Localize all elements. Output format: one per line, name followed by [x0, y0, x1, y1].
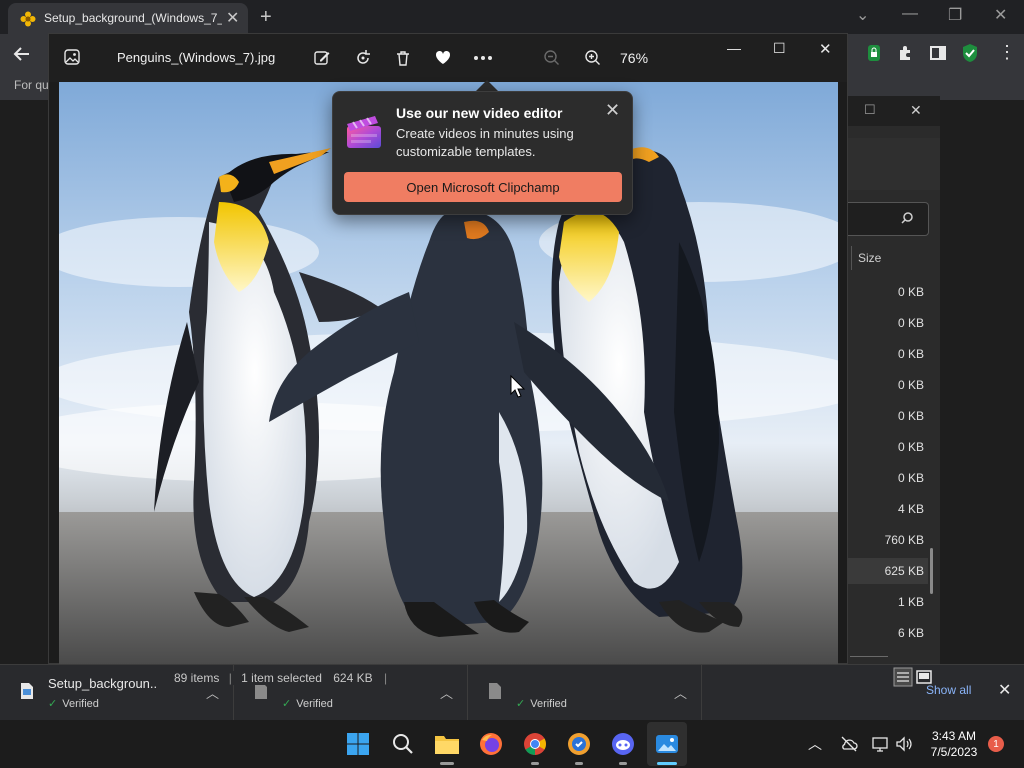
vpn-browser-icon[interactable]	[563, 728, 595, 760]
explorer-nav-area	[848, 138, 940, 190]
download-status-text: Verified	[296, 698, 333, 710]
cloud-offline-icon[interactable]	[840, 736, 858, 752]
check-icon: ✓	[516, 698, 526, 710]
search-icon	[901, 212, 913, 224]
tray-overflow-chevron-icon[interactable]: ︿	[808, 734, 822, 754]
file-size: 0 KB	[897, 378, 924, 392]
download-status: ✓ Verified	[48, 697, 99, 710]
file-size: 6 KB	[897, 626, 924, 640]
rotate-icon[interactable]	[352, 47, 374, 69]
explorer-close-button[interactable]: ✕	[910, 102, 922, 119]
download-status: ✓ Verified	[282, 697, 333, 710]
file-size: 4 KB	[897, 502, 924, 516]
explorer-scrollbar[interactable]	[930, 548, 933, 594]
file-size: 0 KB	[897, 285, 924, 299]
chrome-icon[interactable]	[519, 728, 551, 760]
tab-close-icon[interactable]: ✕	[226, 8, 239, 28]
lock-extension-icon[interactable]	[866, 44, 882, 62]
shield-check-icon[interactable]	[962, 43, 978, 63]
file-size: 0 KB	[897, 440, 924, 454]
column-divider[interactable]	[851, 246, 852, 270]
running-indicator	[575, 762, 583, 765]
zoom-level[interactable]: 76%	[620, 50, 648, 66]
start-windows-icon[interactable]	[342, 728, 374, 760]
status-text: 89 items | 1 item selected 624 KB |	[170, 671, 392, 685]
firefox-icon[interactable]	[475, 728, 507, 760]
photos-toolbar: Penguins_(Windows_7).jpg 76% — ☐ ✕	[49, 34, 847, 82]
running-indicator	[440, 762, 454, 765]
download-status: ✓ Verified	[516, 697, 567, 710]
extensions-puzzle-icon[interactable]	[897, 44, 915, 62]
photos-maximize-button[interactable]: ☐	[773, 40, 786, 57]
file-size: 760 KB	[884, 533, 924, 547]
browser-tab[interactable]: Setup_background_(Windows_7_ ✕	[8, 3, 248, 34]
show-all-downloads-link[interactable]: Show all	[926, 683, 971, 697]
discord-icon[interactable]	[607, 728, 639, 760]
clock-date[interactable]: 7/5/2023	[926, 745, 982, 759]
network-icon[interactable]	[871, 735, 889, 753]
open-clipchamp-button[interactable]: Open Microsoft Clipchamp	[344, 172, 622, 202]
explorer-search-box[interactable]	[848, 202, 929, 236]
file-size: 0 KB	[897, 471, 924, 485]
photos-minimize-button[interactable]: —	[727, 40, 741, 56]
active-indicator	[657, 762, 677, 765]
file-explorer-icon[interactable]	[431, 728, 463, 760]
popup-pointer	[476, 80, 498, 91]
browser-close-button[interactable]: ✕	[994, 5, 1007, 25]
close-download-shelf-icon[interactable]: ✕	[998, 680, 1011, 700]
clipchamp-logo-icon	[347, 116, 381, 148]
flower-favicon-icon	[20, 11, 36, 27]
search-icon[interactable]	[387, 728, 419, 760]
item-count: 89 items	[174, 671, 220, 685]
details-view-icon[interactable]	[893, 667, 913, 687]
side-panel-icon[interactable]	[929, 44, 947, 62]
check-icon: ✓	[282, 698, 292, 710]
photo-file-name: Penguins_(Windows_7).jpg	[117, 50, 276, 65]
tab-search-chevron-icon[interactable]: ⌄	[856, 5, 869, 25]
popup-close-icon[interactable]: ✕	[605, 100, 620, 121]
zoom-in-icon[interactable]	[582, 47, 604, 69]
back-arrow-icon[interactable]	[12, 44, 32, 64]
browser-restore-button[interactable]: ❐	[948, 5, 962, 25]
favorite-heart-icon[interactable]	[432, 47, 454, 69]
download-file-name: Setup_backgroun...	[48, 676, 158, 691]
volume-icon[interactable]	[895, 735, 913, 753]
browser-menu-icon[interactable]: ⋮	[998, 42, 1016, 63]
download-status-text: Verified	[530, 698, 567, 710]
file-size: 0 KB	[897, 409, 924, 423]
explorer-restore-button[interactable]: ☐	[864, 102, 876, 118]
delete-icon[interactable]	[392, 47, 414, 69]
new-tab-button[interactable]: +	[260, 6, 272, 29]
popup-description: Create videos in minutes using customiza…	[396, 126, 574, 159]
file-size: 625 KB	[884, 564, 924, 578]
selection-size: 624 KB	[333, 671, 373, 685]
check-icon: ✓	[48, 698, 58, 710]
explorer-hscroll[interactable]	[850, 656, 888, 657]
download-status-text: Verified	[62, 698, 99, 710]
running-indicator	[619, 762, 627, 765]
clipchamp-promo-popup: Use our new video editor Create videos i…	[332, 91, 633, 215]
tab-title: Setup_background_(Windows_7_	[44, 11, 222, 25]
notification-badge[interactable]: 1	[988, 736, 1004, 752]
zoom-out-icon[interactable]	[541, 47, 563, 69]
running-indicator	[531, 762, 539, 765]
explorer-status-bar: 89 items | 1 item selected 624 KB |	[160, 666, 860, 688]
clock-time[interactable]: 3:43 AM	[926, 729, 982, 743]
explorer-titlebar: ☐ ✕	[848, 96, 940, 126]
popup-title: Use our new video editor	[396, 105, 563, 121]
gallery-icon[interactable]	[63, 48, 81, 66]
more-options-icon[interactable]	[472, 47, 494, 69]
photos-app-icon[interactable]	[651, 728, 683, 760]
photos-close-button[interactable]: ✕	[819, 40, 832, 58]
bookmark-item[interactable]: For qu	[14, 78, 49, 92]
file-size: 1 KB	[897, 595, 924, 609]
selection-count: 1 item selected	[241, 671, 322, 685]
file-size: 0 KB	[897, 316, 924, 330]
browser-minimize-button[interactable]: —	[902, 5, 918, 23]
file-size: 0 KB	[897, 347, 924, 361]
size-column-header[interactable]: Size	[858, 251, 881, 265]
file-icon	[21, 683, 33, 699]
edit-image-icon[interactable]	[311, 47, 333, 69]
windows-taskbar: ︿ 3:43 AM 7/5/2023	[0, 720, 1024, 768]
